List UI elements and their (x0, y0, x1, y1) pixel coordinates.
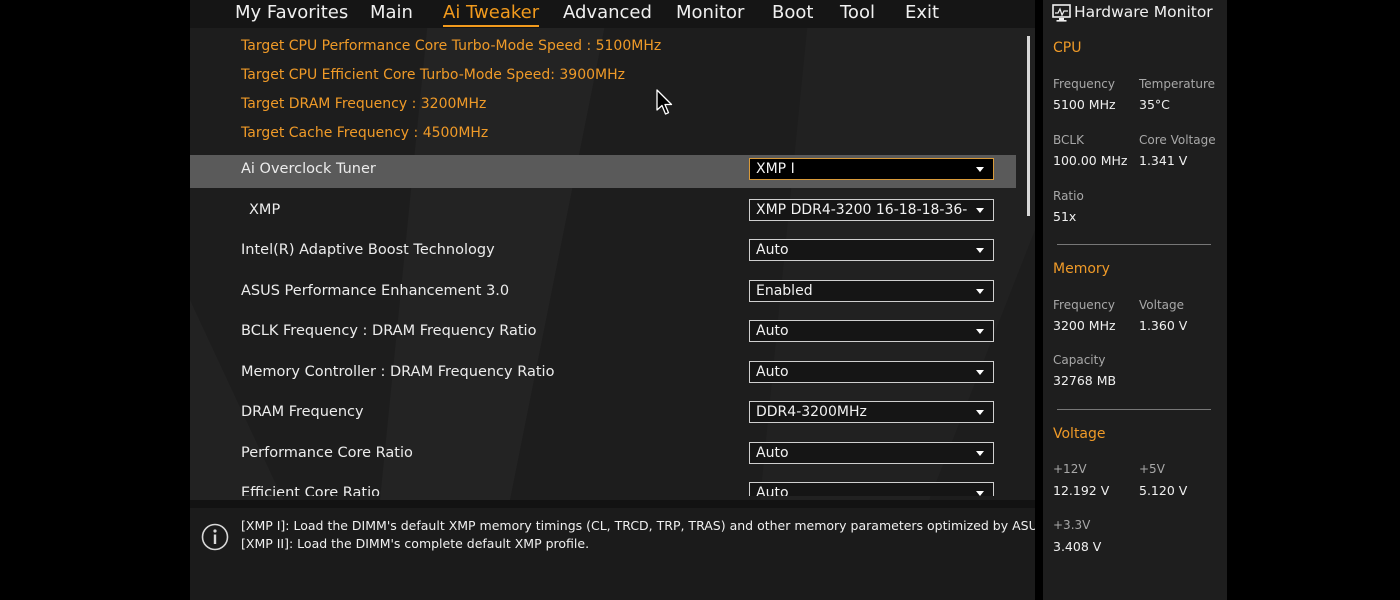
divider (1057, 409, 1211, 410)
mouse-cursor-icon (656, 89, 673, 115)
dram-frequency-dropdown[interactable]: DDR4-3200MHz (749, 401, 994, 423)
setting-row-bclk-dram-ratio[interactable]: BCLK Frequency : DRAM Frequency Ratio Au… (190, 317, 1016, 350)
setting-label: Memory Controller : DRAM Frequency Ratio (241, 364, 555, 380)
target-cpu-efficient-core-speed: Target CPU Efficient Core Turbo-Mode Spe… (241, 67, 625, 83)
core-voltage-label: Core Voltage (1139, 133, 1216, 147)
v12-label: +12V (1053, 462, 1087, 476)
setting-label: DRAM Frequency (241, 404, 364, 420)
setting-label: Efficient Core Ratio (241, 485, 380, 496)
dropdown-value: Auto (756, 323, 789, 339)
tab-my-favorites[interactable]: My Favorites (235, 2, 348, 25)
dropdown-value: XMP DDR4-3200 16-18-18-36-1. (756, 202, 968, 218)
dropdown-value: Auto (756, 485, 789, 496)
top-menu-bar: My Favorites Main Ai Tweaker Advanced Mo… (190, 0, 1035, 28)
hardware-monitor-header: Hardware Monitor (1043, 0, 1227, 28)
divider (190, 500, 1035, 508)
chevron-down-icon (976, 248, 984, 253)
bclk-label: BCLK (1053, 133, 1084, 147)
ratio-value: 51x (1053, 209, 1077, 224)
dropdown-value: DDR4-3200MHz (756, 404, 867, 420)
memory-frequency-value: 3200 MHz (1053, 318, 1116, 333)
efficient-core-ratio-dropdown[interactable]: Auto (749, 482, 994, 496)
tab-exit[interactable]: Exit (905, 2, 939, 25)
setting-row-xmp[interactable]: XMP XMP DDR4-3200 16-18-18-36-1. (190, 196, 1016, 229)
tab-tool[interactable]: Tool (840, 2, 875, 25)
bclk-dram-ratio-dropdown[interactable]: Auto (749, 320, 994, 342)
chevron-down-icon (976, 491, 984, 496)
ai-overclock-tuner-dropdown[interactable]: XMP I (749, 158, 994, 180)
memory-voltage-label: Voltage (1139, 298, 1185, 312)
chevron-down-icon (976, 329, 984, 334)
chevron-down-icon (976, 410, 984, 415)
memory-controller-ratio-dropdown[interactable]: Auto (749, 361, 994, 383)
tab-main[interactable]: Main (370, 2, 413, 25)
setting-row-asus-performance-enhancement[interactable]: ASUS Performance Enhancement 3.0 Enabled (190, 277, 1016, 310)
bios-main-panel: My Favorites Main Ai Tweaker Advanced Mo… (190, 0, 1035, 600)
settings-list: Ai Overclock Tuner XMP I XMP XMP DDR4-32… (190, 150, 1035, 496)
v33-label: +3.3V (1053, 518, 1091, 532)
tab-advanced[interactable]: Advanced (563, 2, 652, 25)
setting-row-memory-controller-ratio[interactable]: Memory Controller : DRAM Frequency Ratio… (190, 358, 1016, 391)
setting-row-efficient-core-ratio[interactable]: Efficient Core Ratio Auto (190, 479, 1016, 496)
xmp-profile-dropdown[interactable]: XMP DDR4-3200 16-18-18-36-1. (749, 199, 994, 221)
capacity-label: Capacity (1053, 353, 1106, 367)
chevron-down-icon (976, 451, 984, 456)
v5-value: 5.120 V (1139, 483, 1188, 498)
cpu-frequency-value: 5100 MHz (1053, 97, 1116, 112)
cpu-temperature-label: Temperature (1139, 77, 1216, 91)
memory-frequency-label: Frequency (1053, 298, 1115, 312)
chevron-down-icon (976, 370, 984, 375)
voltage-section-title: Voltage (1053, 426, 1106, 442)
dropdown-value: Enabled (756, 283, 813, 299)
ratio-label: Ratio (1053, 189, 1084, 203)
help-text-line: [XMP I]: Load the DIMM's default XMP mem… (241, 518, 1035, 533)
setting-row-dram-frequency[interactable]: DRAM Frequency DDR4-3200MHz (190, 398, 1016, 431)
setting-label: XMP (249, 202, 281, 218)
info-icon (201, 523, 229, 551)
dropdown-value: Auto (756, 364, 789, 380)
setting-label: Performance Core Ratio (241, 445, 413, 461)
bclk-value: 100.00 MHz (1053, 153, 1128, 168)
dropdown-value: Auto (756, 242, 789, 258)
target-dram-frequency: Target DRAM Frequency : 3200MHz (241, 96, 487, 112)
performance-core-ratio-dropdown[interactable]: Auto (749, 442, 994, 464)
target-cpu-performance-core-speed: Target CPU Performance Core Turbo-Mode S… (241, 38, 662, 54)
v12-value: 12.192 V (1053, 483, 1110, 498)
cpu-frequency-label: Frequency (1053, 77, 1115, 91)
tab-boot[interactable]: Boot (772, 2, 813, 25)
setting-label: ASUS Performance Enhancement 3.0 (241, 283, 510, 299)
performance-enhancement-dropdown[interactable]: Enabled (749, 280, 994, 302)
tab-ai-tweaker[interactable]: Ai Tweaker (443, 2, 540, 27)
capacity-value: 32768 MB (1053, 373, 1117, 388)
dropdown-value: XMP I (756, 161, 795, 177)
v5-label: +5V (1139, 462, 1165, 476)
setting-row-adaptive-boost[interactable]: Intel(R) Adaptive Boost Technology Auto (190, 236, 1016, 269)
setting-row-performance-core-ratio[interactable]: Performance Core Ratio Auto (190, 439, 1016, 472)
core-voltage-value: 1.341 V (1139, 153, 1188, 168)
target-cache-frequency: Target Cache Frequency : 4500MHz (241, 125, 489, 141)
memory-voltage-value: 1.360 V (1139, 318, 1188, 333)
dropdown-value: Auto (756, 445, 789, 461)
memory-section-title: Memory (1053, 261, 1110, 277)
setting-label: Ai Overclock Tuner (241, 161, 376, 177)
help-panel: [XMP I]: Load the DIMM's default XMP mem… (190, 508, 1035, 600)
hardware-monitor-title: Hardware Monitor (1074, 3, 1213, 21)
hardware-monitor-panel: Hardware Monitor CPU Frequency Temperatu… (1043, 0, 1227, 600)
chevron-down-icon (976, 289, 984, 294)
cpu-section-title: CPU (1053, 40, 1082, 56)
chevron-down-icon (976, 208, 984, 213)
divider (1057, 244, 1211, 245)
tab-monitor[interactable]: Monitor (676, 2, 744, 25)
scrollbar[interactable] (1027, 36, 1030, 216)
setting-row-ai-overclock-tuner[interactable]: Ai Overclock Tuner XMP I (190, 155, 1016, 188)
setting-label: BCLK Frequency : DRAM Frequency Ratio (241, 323, 537, 339)
adaptive-boost-dropdown[interactable]: Auto (749, 239, 994, 261)
cpu-temperature-value: 35°C (1139, 97, 1170, 112)
chevron-down-icon (976, 167, 984, 172)
v33-value: 3.408 V (1053, 539, 1102, 554)
help-text-line: [XMP II]: Load the DIMM's complete defau… (241, 536, 590, 551)
setting-label: Intel(R) Adaptive Boost Technology (241, 242, 495, 258)
monitor-icon (1052, 4, 1071, 22)
